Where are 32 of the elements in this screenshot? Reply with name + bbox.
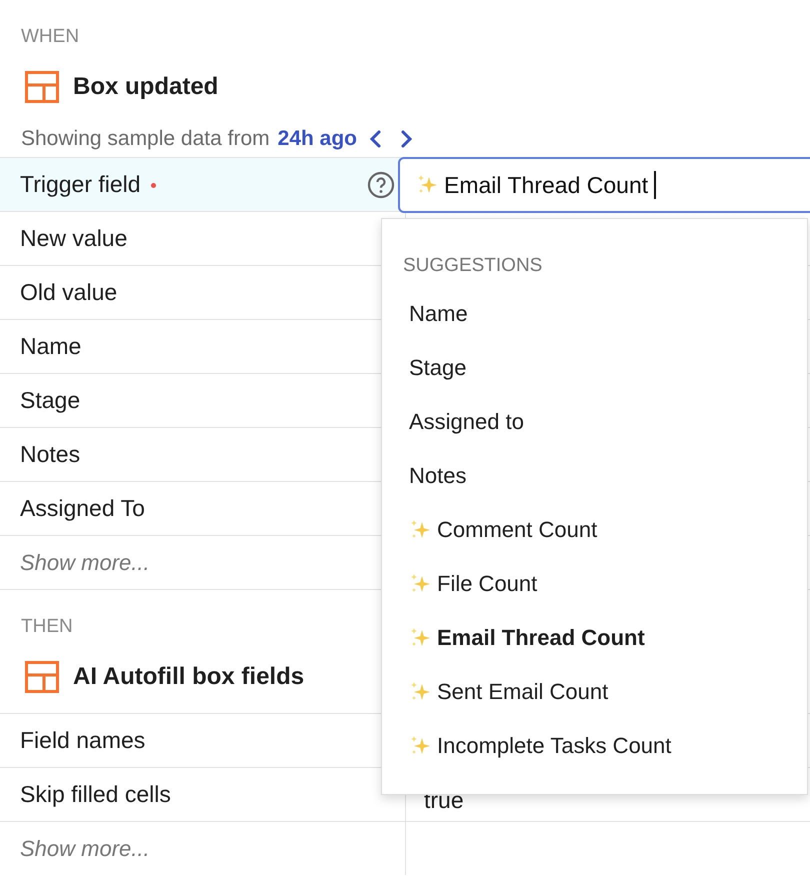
- field-label: Trigger field: [20, 171, 141, 198]
- layout-icon: [25, 661, 59, 693]
- field-label: Stage: [20, 387, 80, 414]
- suggestion-item[interactable]: Incomplete Tasks Count: [382, 719, 807, 773]
- suggestion-item[interactable]: File Count: [382, 557, 807, 611]
- suggestion-item[interactable]: Sent Email Count: [382, 665, 807, 719]
- field-label: Name: [20, 333, 82, 360]
- section-heading: WHEN: [20, 25, 80, 49]
- trigger-title: Box updated: [73, 73, 218, 101]
- show-more-link[interactable]: Show more...: [20, 836, 150, 862]
- layout-icon: [25, 71, 59, 103]
- show-more-link[interactable]: Show more...: [20, 550, 150, 576]
- sample-time-link[interactable]: 24h ago: [278, 127, 357, 151]
- suggestion-item[interactable]: Assigned to: [382, 395, 807, 449]
- field-label: Old value: [20, 279, 118, 306]
- help-icon[interactable]: [367, 170, 395, 198]
- suggestion-item[interactable]: Comment Count: [382, 503, 807, 557]
- menu-heading: SUGGESTIONS: [402, 254, 544, 278]
- sample-data-text: Showing sample data from: [21, 127, 270, 151]
- suggestion-item[interactable]: Email Thread Count: [382, 611, 807, 665]
- suggestion-item[interactable]: Notes: [382, 449, 807, 503]
- field-label: Skip filled cells: [20, 781, 171, 808]
- field-label: Notes: [20, 441, 80, 468]
- field-value: true: [424, 786, 464, 814]
- suggestion-item[interactable]: Name: [382, 287, 807, 341]
- action-title: AI Autofill box fields: [73, 663, 304, 691]
- field-label: Field names: [20, 727, 146, 754]
- field-label: New value: [20, 225, 128, 252]
- trigger-field-input[interactable]: Email Thread Count: [398, 157, 810, 213]
- section-heading: THEN: [20, 615, 73, 639]
- suggestion-item[interactable]: Stage: [382, 341, 807, 395]
- field-label: Assigned To: [20, 495, 145, 522]
